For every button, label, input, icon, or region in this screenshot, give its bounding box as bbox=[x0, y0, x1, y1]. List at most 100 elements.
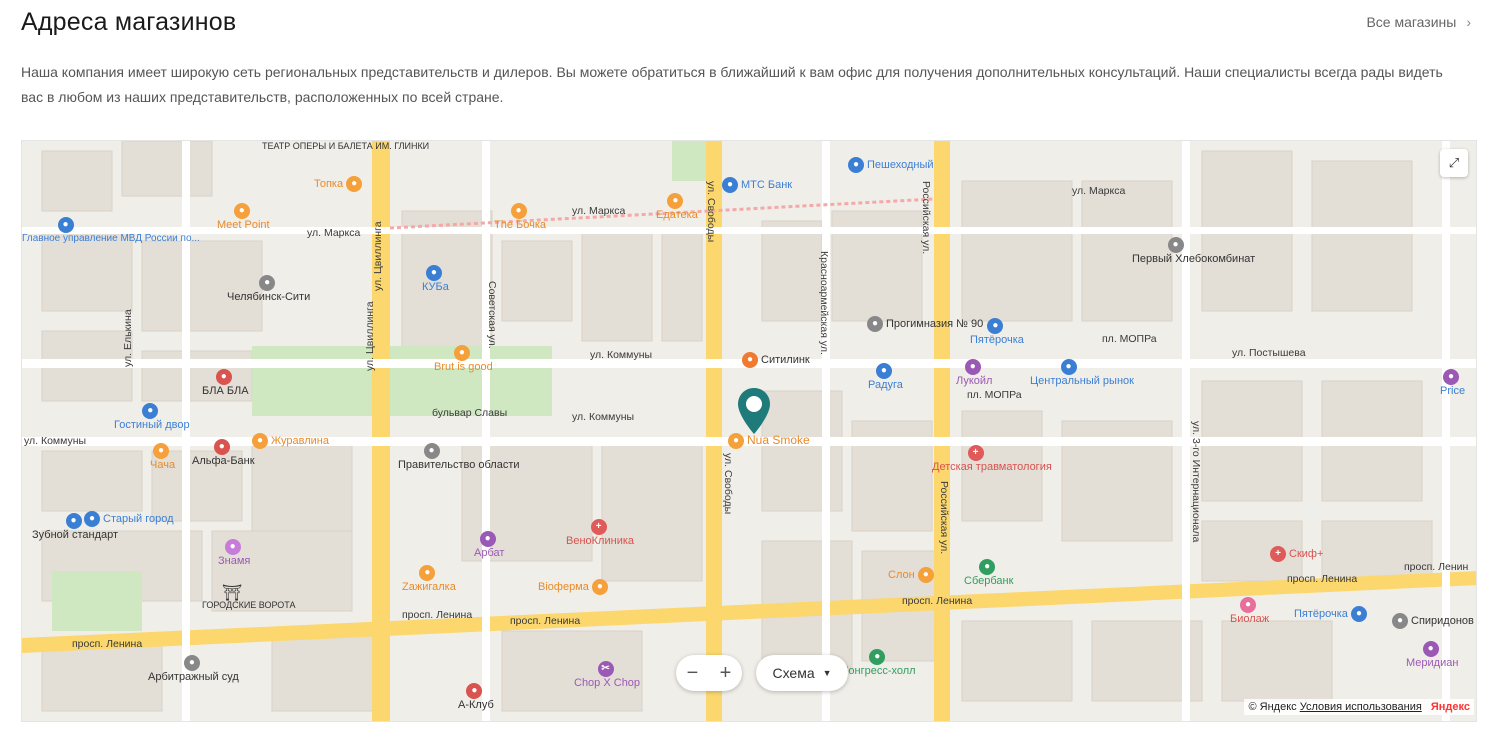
poi-citilink[interactable]: ● Ситилинк bbox=[742, 352, 810, 368]
shop-icon: ● bbox=[425, 265, 442, 281]
poi-gostiny[interactable]: ● Гостиный двор bbox=[114, 403, 190, 431]
poi-label: Зубной стандарт bbox=[32, 529, 119, 541]
barber-icon: ✂ bbox=[597, 661, 614, 677]
poi-brut[interactable]: ● Brut is good bbox=[434, 345, 493, 373]
poi-chacha[interactable]: ● Чача bbox=[150, 443, 175, 471]
poi-label: The Бочка bbox=[494, 219, 547, 231]
poi-arbat[interactable]: ● Арбат bbox=[474, 531, 504, 559]
poi-label: Сбербанк bbox=[964, 575, 1014, 587]
poi-pravitelstvo[interactable]: ● Правительство области bbox=[398, 443, 520, 471]
copyright-text: © Яндекс bbox=[1248, 701, 1297, 713]
poi-label: Знамя bbox=[218, 555, 251, 567]
street-label: ул. Коммуны bbox=[24, 435, 87, 447]
restaurant-icon: ● bbox=[252, 433, 268, 449]
poi-znamya[interactable]: ● Знамя bbox=[218, 539, 250, 567]
poi-label: Пешеходный bbox=[867, 158, 934, 171]
poi-alfa[interactable]: ● Альфа-Банк bbox=[192, 439, 255, 467]
poi-price[interactable]: ● Price bbox=[1440, 369, 1465, 397]
poi-pyaterochka2[interactable]: Пятёрочка ● bbox=[1294, 606, 1370, 622]
poi-label: Детская травматология bbox=[932, 461, 1052, 473]
poi-label: Ситилинк bbox=[761, 353, 810, 366]
poi-label: Пятёрочка bbox=[1294, 607, 1348, 620]
poi-peshehodny[interactable]: ● Пешеходный bbox=[848, 157, 934, 173]
building-icon: ● bbox=[259, 275, 276, 291]
poi-label: Правительство области bbox=[398, 459, 520, 471]
poi-detskaya[interactable]: + Детская травматология bbox=[932, 445, 1052, 473]
map-layer-select[interactable]: Схема ▼ bbox=[756, 655, 848, 691]
poi-topka[interactable]: Топка ● bbox=[314, 176, 365, 192]
poi-label: Price bbox=[1440, 385, 1466, 397]
location-pin-icon[interactable] bbox=[736, 386, 772, 436]
poi-slon[interactable]: Слон ● bbox=[888, 567, 937, 583]
poi-label: Центральный рынок bbox=[1030, 375, 1134, 387]
poi-label: Альфа-Банк bbox=[192, 455, 255, 467]
restaurant-icon: ● bbox=[153, 443, 170, 459]
poi-zazhigalka[interactable]: ● Zажигалка bbox=[402, 565, 456, 593]
street-label: пл. МОПРа bbox=[967, 389, 1022, 401]
hospital-icon: + bbox=[1270, 546, 1286, 562]
poi-label: Гостиный двор bbox=[114, 419, 190, 431]
street-label: ул. 3-го Интернационала bbox=[1190, 421, 1202, 543]
poi-edateka[interactable]: ● Едатека bbox=[656, 193, 698, 221]
street-label: просп. Ленина bbox=[72, 638, 143, 650]
poi-label: А-Клуб bbox=[458, 699, 494, 711]
poi-zhuravlina[interactable]: ● Журавлина bbox=[252, 433, 329, 449]
street-label: ул. Свободы bbox=[722, 453, 734, 515]
poi-arbitrazh[interactable]: ● Арбитражный суд bbox=[148, 655, 239, 683]
street-label: просп. Ленина bbox=[902, 595, 973, 607]
poi-venoklinika[interactable]: + ВеноКлиника bbox=[566, 519, 634, 547]
poi-mts[interactable]: ● МТС Банк bbox=[722, 177, 792, 193]
shop-icon: ● bbox=[1392, 613, 1408, 629]
yandex-logo[interactable]: Яндекс bbox=[1431, 701, 1470, 713]
poi-gorodskie[interactable]: ⛩ ГОРОДСКИЕ ВОРОТА bbox=[202, 586, 296, 611]
poi-label: Челябинск-Сити bbox=[227, 291, 311, 303]
poi-label: Главное управление МВД России по... bbox=[22, 233, 200, 244]
poi-kongress[interactable]: ● Конгресс-холл bbox=[842, 649, 916, 677]
poi-label: Скиф+ bbox=[1289, 547, 1324, 560]
street-label: ул. Постышева bbox=[1232, 347, 1306, 359]
poi-central-market[interactable]: ● Центральный рынок bbox=[1030, 359, 1134, 387]
building-icon: ● bbox=[869, 649, 886, 665]
poi-meridian[interactable]: ● Меридиан bbox=[1406, 641, 1458, 669]
bank-icon: ● bbox=[979, 559, 996, 575]
poi-raduga[interactable]: ● Радуга bbox=[868, 363, 903, 391]
map-layer-label: Схема bbox=[772, 665, 815, 681]
poi-glavnoe[interactable]: ● Главное управление МВД России по... bbox=[22, 217, 200, 244]
all-stores-link[interactable]: Все магазины › bbox=[1366, 14, 1471, 30]
dentist-icon: ● bbox=[65, 513, 82, 529]
terms-link[interactable]: Условия использования bbox=[1300, 701, 1422, 713]
zoom-in-button[interactable]: + bbox=[711, 662, 741, 685]
poi-biolazh[interactable]: ● Биолаж bbox=[1230, 597, 1269, 625]
shop-icon: ● bbox=[479, 531, 496, 547]
poi-chelyabinsk-city[interactable]: ● Челябинск-Сити bbox=[227, 275, 310, 303]
poi-zubnoy[interactable]: ● Зубной стандарт bbox=[32, 513, 118, 541]
poi-pyaterochka[interactable]: ● Пятёрочка bbox=[970, 318, 1024, 346]
poi-chop[interactable]: ✂ Chop X Chop bbox=[574, 661, 640, 689]
poi-sberbank[interactable]: ● Сбербанк bbox=[964, 559, 1013, 587]
poi-label: Лукойл bbox=[956, 375, 993, 387]
zoom-out-button[interactable]: − bbox=[678, 662, 708, 685]
poi-a-klub[interactable]: ● А-Клуб bbox=[458, 683, 494, 711]
government-icon: ● bbox=[423, 443, 440, 459]
poi-pervy[interactable]: ● Первый Хлебокомбинат bbox=[1132, 237, 1255, 265]
poi-label: ВеноКлиника bbox=[566, 535, 635, 547]
fullscreen-button[interactable]: ⤢ bbox=[1440, 149, 1468, 177]
factory-icon: ● bbox=[1167, 237, 1184, 253]
street-label: ул. Коммуны bbox=[590, 349, 653, 361]
poi-meet-point[interactable]: ● Meet Point bbox=[217, 203, 270, 231]
poi-label: Прогимназия № 90 bbox=[886, 317, 984, 330]
poi-gimnaziya[interactable]: ● Прогимназия № 90 bbox=[867, 316, 983, 332]
hospital-icon: + bbox=[590, 519, 607, 535]
shop-icon: ● bbox=[142, 403, 159, 419]
court-icon: ● bbox=[183, 655, 200, 671]
poi-lukoil[interactable]: ● Лукойл bbox=[956, 359, 992, 387]
poi-teatr[interactable]: ТЕАТР ОПЕРЫ И БАЛЕТА ИМ. ГЛИНКИ bbox=[262, 141, 429, 151]
poi-bochka[interactable]: ● The Бочка bbox=[494, 203, 546, 231]
store-map[interactable]: ул. Маркса ул. Маркса ул. Маркса ул. Ком… bbox=[21, 140, 1477, 722]
poi-skif[interactable]: + Скиф+ bbox=[1270, 546, 1323, 562]
poi-bla-bla[interactable]: ● БЛА БЛА bbox=[202, 369, 249, 397]
poi-kuba[interactable]: ● КУБа bbox=[422, 265, 449, 293]
poi-spiridonov[interactable]: ● Спиридонов bbox=[1392, 613, 1474, 629]
shop-icon: ● bbox=[1422, 641, 1439, 657]
poi-bioferma[interactable]: Bioферма ● bbox=[538, 579, 611, 595]
